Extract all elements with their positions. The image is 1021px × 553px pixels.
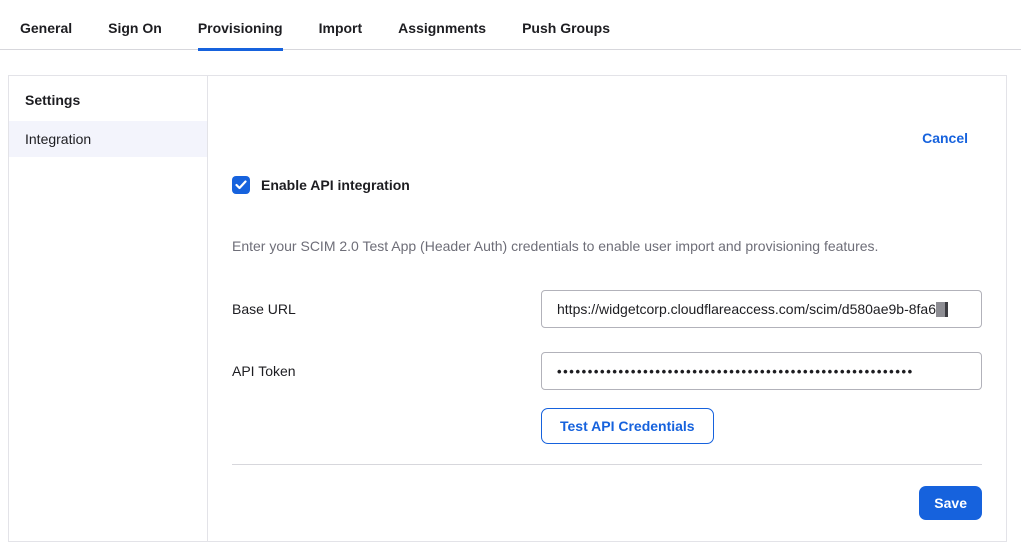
settings-sidebar: Settings Integration [9, 76, 208, 541]
footer-divider [232, 464, 982, 465]
tab-assignments[interactable]: Assignments [398, 20, 486, 51]
save-button[interactable]: Save [919, 486, 982, 520]
api-token-input[interactable]: ••••••••••••••••••••••••••••••••••••••••… [541, 352, 982, 390]
sidebar-header-settings: Settings [9, 76, 207, 121]
enable-api-integration-row: Enable API integration [232, 176, 982, 194]
text-cursor-selection-block [936, 302, 948, 317]
provisioning-panel: Settings Integration Cancel Enable API i… [8, 75, 1007, 542]
tab-general[interactable]: General [20, 20, 72, 51]
base-url-input[interactable]: https://widgetcorp.cloudflareaccess.com/… [541, 290, 982, 328]
enable-api-integration-label: Enable API integration [261, 177, 410, 193]
sidebar-item-integration[interactable]: Integration [9, 121, 207, 157]
test-credentials-row: Test API Credentials [541, 408, 982, 444]
api-token-masked-value: ••••••••••••••••••••••••••••••••••••••••… [557, 364, 914, 379]
checkmark-icon [235, 180, 247, 190]
tab-sign-on[interactable]: Sign On [108, 20, 162, 51]
test-api-credentials-button[interactable]: Test API Credentials [541, 408, 714, 444]
integration-settings-content: Cancel Enable API integration Enter your… [208, 76, 1006, 541]
base-url-value: https://widgetcorp.cloudflareaccess.com/… [557, 301, 936, 317]
cancel-row: Cancel [232, 130, 982, 146]
api-token-row: API Token ••••••••••••••••••••••••••••••… [232, 352, 982, 390]
api-token-label: API Token [232, 363, 541, 379]
credentials-description: Enter your SCIM 2.0 Test App (Header Aut… [232, 238, 982, 254]
tab-import[interactable]: Import [319, 20, 363, 51]
base-url-row: Base URL https://widgetcorp.cloudflareac… [232, 290, 982, 328]
base-url-label: Base URL [232, 301, 541, 317]
enable-api-integration-checkbox[interactable] [232, 176, 250, 194]
save-row: Save [232, 486, 982, 520]
app-tab-bar: General Sign On Provisioning Import Assi… [0, 0, 1021, 50]
cancel-link[interactable]: Cancel [922, 130, 968, 146]
tab-provisioning[interactable]: Provisioning [198, 20, 283, 51]
tab-push-groups[interactable]: Push Groups [522, 20, 610, 51]
